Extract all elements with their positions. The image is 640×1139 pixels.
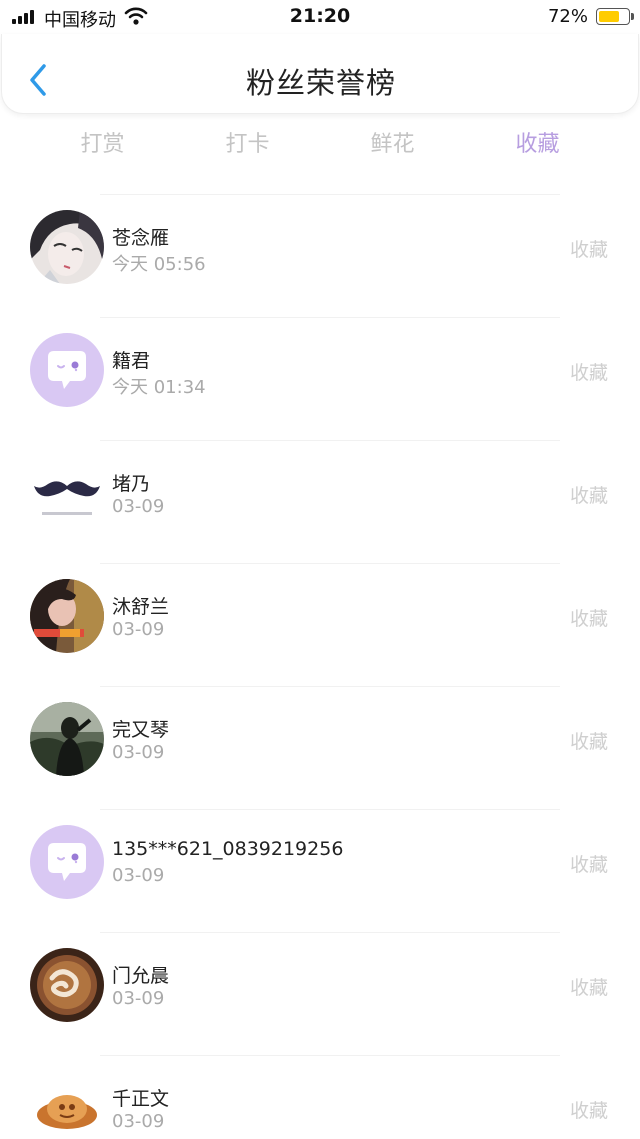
list-item[interactable]: 籍君 今天 01:34 收藏 <box>0 318 640 441</box>
fan-name: 135***621_0839219256 <box>112 838 344 860</box>
tab-reward[interactable]: 打赏 <box>30 126 175 166</box>
list-item[interactable]: 苍念雁 今天 05:56 收藏 <box>0 195 640 318</box>
fan-date: 03-09 <box>112 865 165 886</box>
fan-action-label[interactable]: 收藏 <box>570 235 608 262</box>
avatar <box>30 825 104 899</box>
fan-name: 堵乃 <box>112 473 151 495</box>
fan-date: 03-09 <box>112 988 165 1009</box>
chat-bubble-icon <box>30 825 104 899</box>
fan-date: 今天 01:34 <box>112 377 206 398</box>
fan-list: 苍念雁 今天 05:56 收藏 籍君 今天 01:34 收藏 堵乃 03-09 … <box>0 195 640 1139</box>
tab-bar: 打赏 打卡 鲜花 收藏 <box>30 126 610 166</box>
fan-date: 03-09 <box>112 619 165 640</box>
clock: 21:20 <box>289 5 351 27</box>
fan-action-label[interactable]: 收藏 <box>570 850 608 877</box>
avatar <box>30 456 104 530</box>
tab-checkin[interactable]: 打卡 <box>175 126 320 166</box>
list-item[interactable]: 千正文 03-09 收藏 <box>0 1056 640 1139</box>
fan-name: 完又琴 <box>112 719 170 741</box>
page-title: 粉丝荣誉榜 <box>245 66 396 100</box>
avatar <box>30 948 104 1022</box>
fan-action-label[interactable]: 收藏 <box>570 1096 608 1123</box>
avatar <box>30 579 104 653</box>
avatar <box>30 1071 104 1139</box>
fan-name: 千正文 <box>112 1088 170 1110</box>
fan-date: 03-09 <box>112 742 165 763</box>
fan-date: 03-09 <box>112 496 165 517</box>
mustache-icon <box>30 456 104 530</box>
tab-favorites[interactable]: 收藏 <box>465 126 610 166</box>
list-item[interactable]: 完又琴 03-09 收藏 <box>0 687 640 810</box>
tab-flowers[interactable]: 鲜花 <box>320 126 465 166</box>
fan-name: 苍念雁 <box>112 227 170 249</box>
fan-date: 今天 05:56 <box>112 254 206 275</box>
nav-bar: 粉丝荣誉榜 <box>1 34 639 114</box>
battery-percent: 72% <box>547 6 588 27</box>
list-item[interactable]: 沐舒兰 03-09 收藏 <box>0 564 640 687</box>
list-item[interactable]: 堵乃 03-09 收藏 <box>0 441 640 564</box>
fan-date: 03-09 <box>112 1111 165 1132</box>
fan-action-label[interactable]: 收藏 <box>570 727 608 754</box>
fan-name: 门允晨 <box>112 965 170 987</box>
status-bar: 中国移动 21:20 72% <box>0 0 640 34</box>
avatar <box>30 333 104 407</box>
list-item[interactable]: 135***621_0839219256 03-09 收藏 <box>0 810 640 933</box>
avatar <box>30 210 104 284</box>
chat-bubble-icon <box>30 333 104 407</box>
list-item[interactable]: 门允晨 03-09 收藏 <box>0 933 640 1056</box>
fan-name: 沐舒兰 <box>112 596 170 618</box>
avatar <box>30 702 104 776</box>
fan-action-label[interactable]: 收藏 <box>570 604 608 631</box>
fan-action-label[interactable]: 收藏 <box>570 358 608 385</box>
fan-action-label[interactable]: 收藏 <box>570 973 608 1000</box>
fan-name: 籍君 <box>112 350 151 372</box>
fan-action-label[interactable]: 收藏 <box>570 481 608 508</box>
battery-icon <box>596 8 634 25</box>
